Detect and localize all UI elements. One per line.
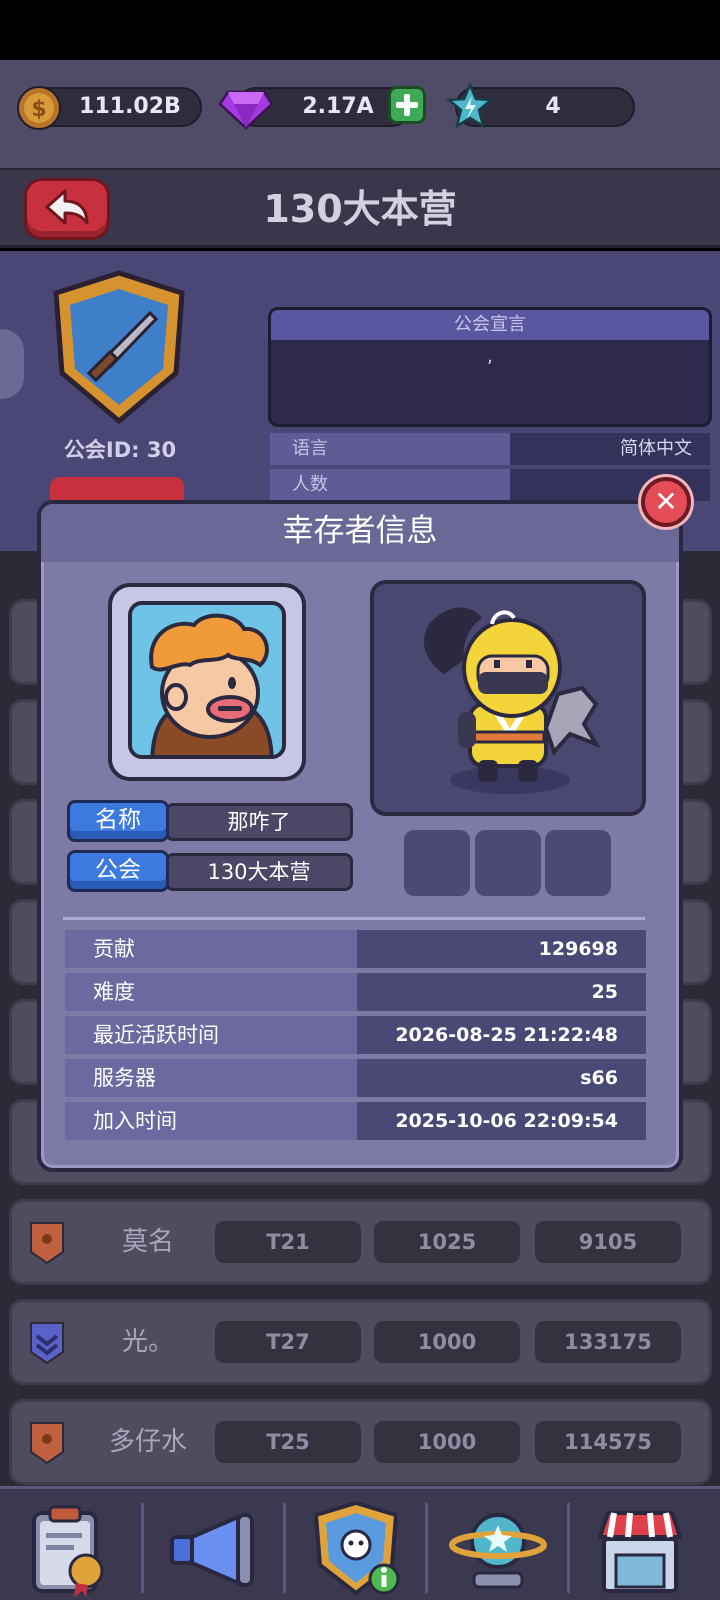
energy-amount: 4 — [545, 94, 561, 119]
stat-key: 最近活跃时间 — [65, 1016, 357, 1054]
divider — [63, 917, 645, 920]
stat-value: s66 — [357, 1059, 646, 1097]
survivor-info-modal: 幸存者信息 那咋了 名称 130大本营 公会 贡献 129698 难度 25 最… — [37, 500, 683, 1172]
name-row: 那咋了 名称 — [67, 800, 353, 842]
back-arrow-icon — [45, 189, 89, 225]
tier-cell: T25 — [215, 1421, 361, 1463]
back-button[interactable] — [24, 178, 110, 240]
guild-manifesto: 公会宣言 , — [268, 307, 712, 427]
manifesto-text: , — [487, 346, 493, 367]
guild-label: 公会 — [67, 850, 169, 892]
add-gems-button[interactable] — [388, 86, 426, 124]
tier-cell: T27 — [215, 1321, 361, 1363]
stat-difficulty: 难度 25 — [65, 973, 646, 1011]
nav-tab-world[interactable] — [430, 1499, 566, 1599]
stat-key: 贡献 — [65, 930, 357, 968]
stat-join-time: 加入时间 2025-10-06 22:09:54 — [65, 1102, 646, 1140]
nav-divider — [283, 1503, 286, 1593]
rank-medal-icon — [28, 1220, 66, 1270]
gold-coin-icon: $ — [16, 85, 62, 135]
stat-value: 129698 — [357, 930, 646, 968]
megaphone-icon — [170, 1513, 254, 1587]
bottom-nav — [0, 1486, 720, 1600]
stat-key: 难度 — [65, 973, 357, 1011]
gold-amount: 111.02B — [79, 94, 181, 119]
modal-title: 幸存者信息 — [282, 513, 438, 549]
member-row[interactable]: 光。 T27 1000 133175 — [9, 1299, 712, 1385]
survivor-avatar-icon — [149, 613, 274, 755]
stat-server: 服务器 s66 — [65, 1059, 646, 1097]
avatar — [128, 601, 286, 759]
difficulty-cell: 1000 — [374, 1421, 520, 1463]
member-name: 光。 — [121, 1327, 174, 1357]
nav-tab-announcements[interactable] — [146, 1499, 282, 1599]
avatar-frame — [108, 583, 306, 781]
member-name: 莫名 — [121, 1227, 174, 1257]
stat-value: 2025-10-06 22:09:54 — [357, 1102, 646, 1140]
tier-cell: T21 — [215, 1221, 361, 1263]
contribution-cell: 9105 — [535, 1221, 681, 1263]
close-icon: ✕ — [654, 485, 678, 518]
nav-tab-tasks[interactable] — [4, 1499, 140, 1599]
nav-tab-guild-info[interactable] — [288, 1499, 424, 1599]
info-key: 语言 — [270, 433, 510, 465]
gem-amount: 2.17A — [302, 94, 374, 119]
stat-last-active: 最近活跃时间 2026-08-25 21:22:48 — [65, 1016, 646, 1054]
energy-star-icon — [445, 81, 495, 136]
info-value: 简体中文 — [510, 433, 710, 465]
stat-value: 2026-08-25 21:22:48 — [357, 1016, 646, 1054]
stat-key: 加入时间 — [65, 1102, 357, 1140]
difficulty-cell: 1025 — [374, 1221, 520, 1263]
equipment-slot[interactable] — [545, 830, 611, 896]
rank-chevron-icon — [28, 1320, 66, 1370]
side-handle[interactable] — [0, 329, 24, 399]
title-bar: 130大本营 — [0, 168, 720, 248]
stat-value: 25 — [357, 973, 646, 1011]
name-label: 名称 — [67, 800, 169, 842]
sword-shield-icon — [53, 270, 185, 425]
status-bar — [0, 0, 720, 60]
guild-row: 130大本营 公会 — [67, 850, 353, 892]
member-name: 多仔水 — [108, 1427, 187, 1457]
nav-tab-shop[interactable] — [572, 1499, 708, 1599]
nav-divider — [141, 1503, 144, 1593]
member-row[interactable]: 多仔水 T25 1000 114575 — [9, 1399, 712, 1485]
guild-info-icon — [313, 1500, 400, 1596]
nav-divider — [425, 1503, 428, 1593]
equipment-slot[interactable] — [404, 830, 470, 896]
contribution-cell: 114575 — [535, 1421, 681, 1463]
svg-text:$: $ — [31, 97, 46, 122]
info-key: 人数 — [270, 469, 510, 501]
equipment-slot[interactable] — [475, 830, 541, 896]
guild-info-language: 语言 简体中文 — [270, 433, 710, 465]
guild-id: 公会ID: 30 — [63, 438, 177, 462]
guild-emblem — [48, 269, 190, 431]
planet-icon — [449, 1513, 547, 1589]
contribution-cell: 133175 — [535, 1321, 681, 1363]
player-name: 那咋了 — [165, 803, 353, 841]
close-button[interactable]: ✕ — [641, 477, 691, 527]
plus-icon — [396, 94, 418, 116]
difficulty-cell: 1000 — [374, 1321, 520, 1363]
rank-medal-icon — [28, 1420, 66, 1470]
player-guild: 130大本营 — [165, 853, 353, 891]
ninja-character-icon — [423, 607, 601, 794]
currency-bar: 111.02B $ 2.17A 4 — [0, 60, 720, 168]
stat-key: 服务器 — [65, 1059, 357, 1097]
member-row[interactable]: 莫名 T21 1025 9105 — [9, 1199, 712, 1285]
character-preview — [370, 580, 646, 816]
stat-contribution: 贡献 129698 — [65, 930, 646, 968]
purple-gem-icon — [218, 84, 274, 134]
nav-divider — [567, 1503, 570, 1593]
clipboard-medal-icon — [32, 1505, 104, 1597]
manifesto-title: 公会宣言 — [271, 310, 709, 340]
shop-icon — [598, 1511, 682, 1593]
